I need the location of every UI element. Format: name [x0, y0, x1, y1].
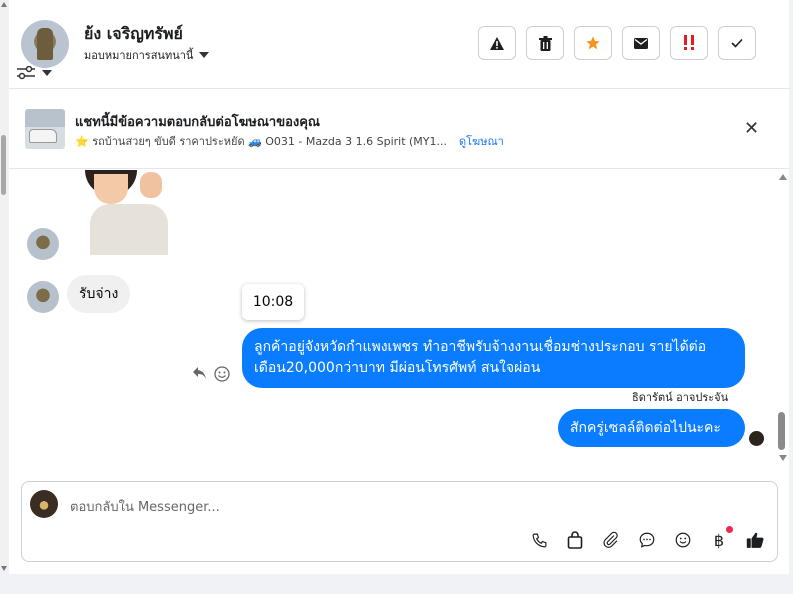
contact-avatar-small[interactable]: [27, 281, 59, 313]
ad-banner-title: แชทนี้มีข้อความตอบกลับต่อโฆษณาของคุณ: [75, 115, 320, 130]
mark-unread-button[interactable]: [622, 26, 660, 60]
ad-description: ⭐ รถบ้านสวยๆ ขับดี ราคาประหยัด 🚙 O031 - …: [75, 135, 447, 148]
conversation-actions: [478, 26, 756, 60]
close-icon[interactable]: ✕: [744, 118, 759, 139]
outgoing-message[interactable]: สักครู่เซลล์ติดต่อไปนะคะ: [558, 409, 745, 447]
header-divider: [9, 88, 789, 89]
ad-thumbnail[interactable]: [25, 109, 65, 149]
shopping-bag-icon[interactable]: [564, 529, 586, 551]
chat-scroll-up-arrow[interactable]: [779, 174, 787, 180]
message-composer[interactable]: ตอบกลับใน Messenger... ฿: [21, 481, 778, 562]
double-exclaim-icon: [684, 35, 694, 50]
trash-icon: [538, 35, 552, 51]
filter-chevron-down-icon[interactable]: [42, 70, 52, 76]
reply-icon[interactable]: [192, 366, 207, 380]
mark-spam-button[interactable]: [478, 26, 516, 60]
saved-replies-icon[interactable]: [636, 529, 658, 551]
seen-avatar: [748, 430, 765, 447]
sticker-image[interactable]: [80, 170, 170, 255]
emoji-icon[interactable]: [672, 529, 694, 551]
banner-divider: [9, 168, 789, 169]
reply-input[interactable]: ตอบกลับใน Messenger...: [70, 496, 220, 517]
chat-scroll-down-arrow[interactable]: [779, 455, 787, 461]
baht-payment-icon[interactable]: ฿: [708, 526, 733, 551]
warning-icon: [490, 36, 504, 50]
contact-name[interactable]: ย้ง เจริญทรัพย์: [84, 22, 183, 47]
chat-scrollbar[interactable]: [776, 170, 788, 470]
delete-button[interactable]: [526, 26, 564, 60]
thumbs-up-icon[interactable]: [744, 529, 766, 551]
page-avatar: [30, 490, 58, 518]
outer-scrollbar[interactable]: [0, 0, 8, 574]
follow-up-button[interactable]: [670, 26, 708, 60]
mail-icon: [634, 37, 648, 49]
incoming-message[interactable]: รับจ่าง: [67, 275, 131, 313]
composer-toolbar: ฿: [528, 526, 766, 551]
view-ad-link[interactable]: ดูโฆษณา: [459, 132, 504, 150]
chevron-down-icon: [199, 52, 210, 58]
star-icon: [586, 36, 600, 50]
outgoing-message[interactable]: ลูกค้าอยู่จังหวัดกำแพงเพชร ทำอาชีพรับจ้า…: [242, 328, 745, 388]
scroll-down-arrow[interactable]: [1, 566, 7, 571]
filter-sliders-icon[interactable]: [16, 66, 36, 80]
contact-avatar-small[interactable]: [27, 228, 59, 260]
phone-icon[interactable]: [528, 529, 550, 551]
assign-conversation-dropdown[interactable]: มอบหมายการสนทนานี้: [84, 46, 210, 64]
chat-scroll-thumb[interactable]: [778, 412, 785, 450]
check-icon: [731, 38, 743, 48]
emoji-react-icon[interactable]: [214, 366, 230, 382]
ad-banner-subtitle: ⭐ รถบ้านสวยๆ ขับดี ราคาประหยัด 🚙 O031 - …: [75, 132, 504, 150]
scroll-thumb[interactable]: [1, 135, 6, 195]
paperclip-icon[interactable]: [600, 529, 622, 551]
contact-avatar[interactable]: [21, 20, 69, 68]
star-button[interactable]: [574, 26, 612, 60]
sender-name: ธิดารัตน์ อาจประจัน: [632, 391, 729, 404]
bottom-strip: [0, 574, 793, 594]
mark-done-button[interactable]: [718, 26, 756, 60]
assign-label: มอบหมายการสนทนานี้: [84, 49, 194, 62]
scroll-up-arrow[interactable]: [1, 2, 7, 7]
timestamp-tooltip: 10:08: [242, 284, 304, 320]
notification-dot: [726, 526, 733, 533]
